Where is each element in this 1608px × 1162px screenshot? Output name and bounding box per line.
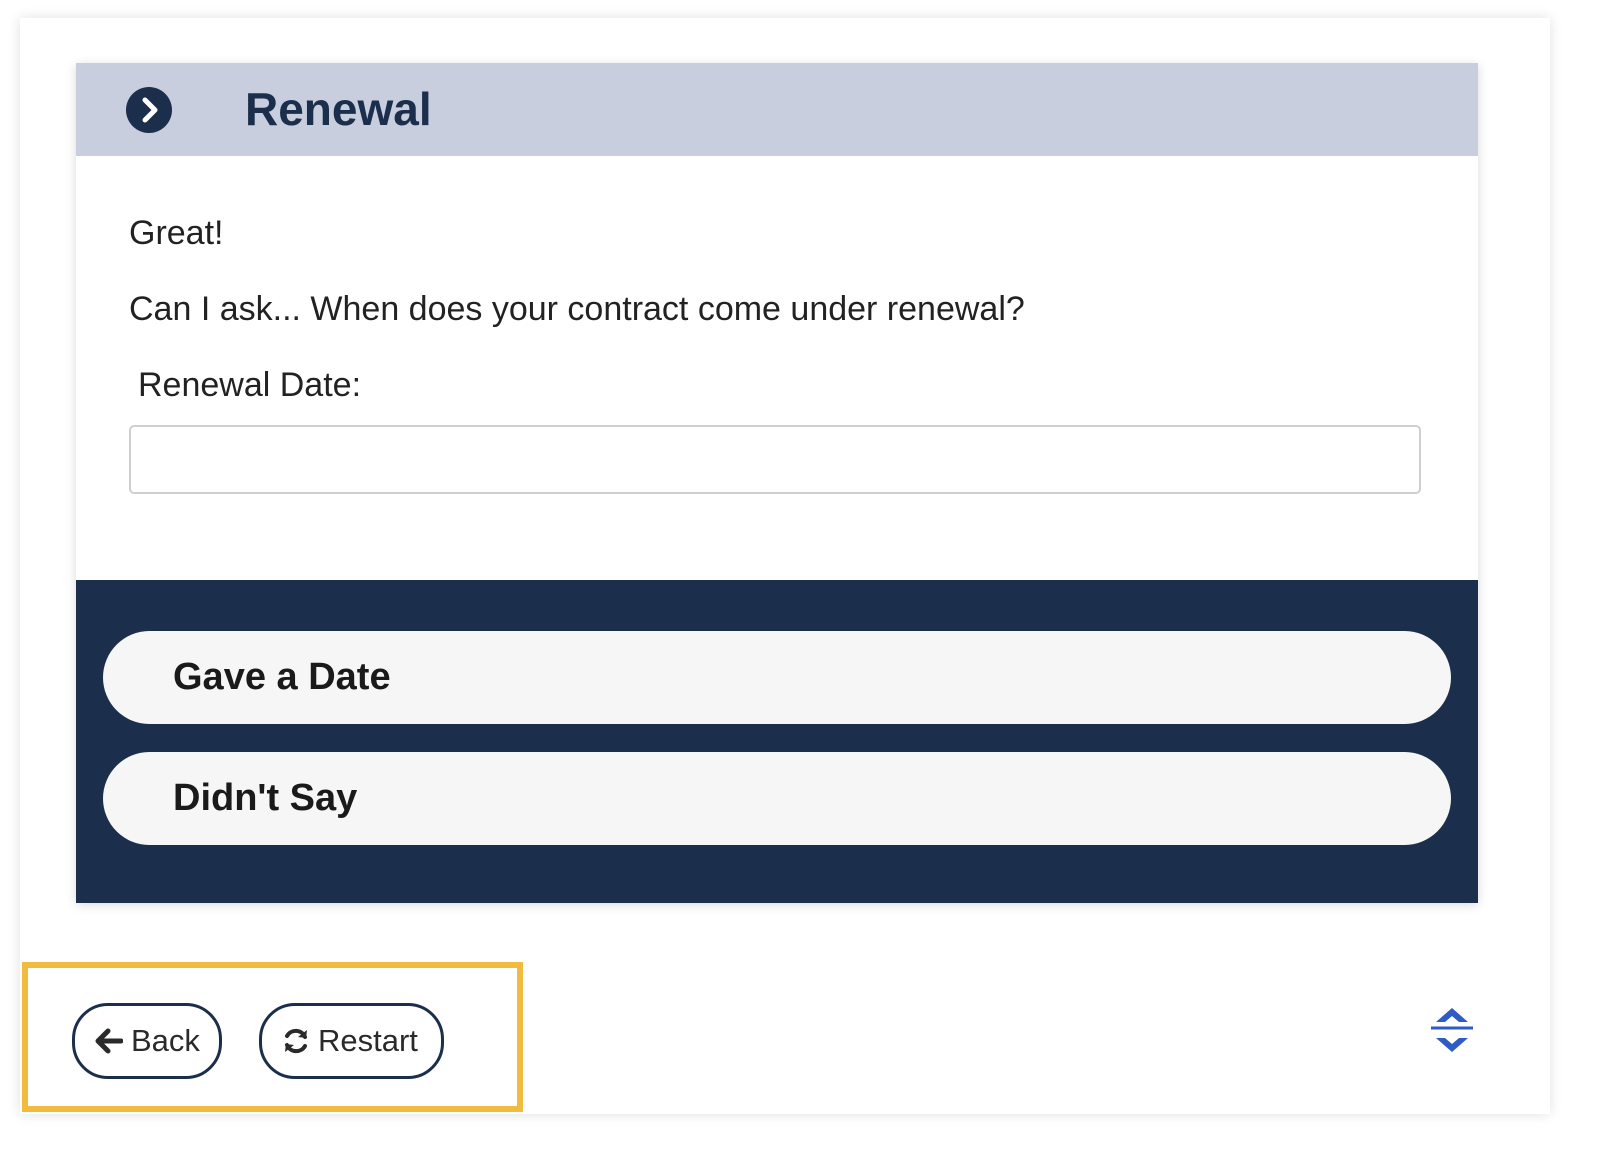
choices-panel: Gave a Date Didn't Say [76, 580, 1478, 903]
greeting-text: Great! [129, 214, 224, 252]
collapse-arrows-icon[interactable] [1428, 1006, 1476, 1059]
page-title: Renewal [245, 83, 432, 135]
back-button[interactable]: Back [72, 1003, 222, 1079]
refresh-icon [282, 1027, 310, 1055]
renewal-date-input[interactable] [129, 425, 1421, 494]
renewal-date-label: Renewal Date: [138, 366, 362, 404]
gave-a-date-button[interactable]: Gave a Date [103, 631, 1451, 724]
card-header: Renewal [76, 63, 1478, 156]
question-text: Can I ask... When does your contract com… [129, 290, 1025, 328]
card-body: Great! Can I ask... When does your contr… [76, 156, 1478, 580]
restart-label: Restart [318, 1023, 418, 1058]
renewal-card: Renewal Great! Can I ask... When does yo… [76, 63, 1478, 903]
didnt-say-button[interactable]: Didn't Say [103, 752, 1451, 845]
arrow-left-icon [95, 1028, 123, 1054]
back-label: Back [131, 1023, 200, 1058]
app-frame: Renewal Great! Can I ask... When does yo… [20, 18, 1550, 1114]
chevron-right-circle-icon [126, 87, 172, 133]
restart-button[interactable]: Restart [259, 1003, 444, 1079]
